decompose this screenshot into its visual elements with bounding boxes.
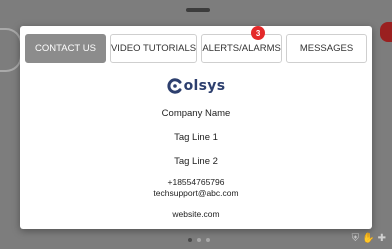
- alerts-count-badge: 3: [251, 26, 266, 40]
- tag-line-1: Tag Line 1: [174, 132, 218, 143]
- tab-label: ALERTS/ALARMS: [202, 43, 281, 54]
- shield-icon: ⛨: [351, 233, 360, 244]
- hand-icon: ✋: [362, 233, 375, 244]
- tab-label: CONTACT US: [35, 43, 96, 54]
- tab-bar: CONTACT US VIDEO TUTORIALS ALERTS/ALARMS…: [25, 26, 367, 63]
- phone-number[interactable]: +18554765796: [20, 177, 372, 187]
- company-name: Company Name: [161, 108, 231, 119]
- tab-label: MESSAGES: [299, 43, 354, 54]
- page-dot: [206, 238, 210, 242]
- background-panel-edge: [0, 28, 22, 72]
- page-dot: [188, 238, 192, 242]
- company-logo: olsys: [20, 77, 372, 95]
- tab-alerts-alarms[interactable]: ALERTS/ALARMS 3: [201, 26, 283, 63]
- background-badge-edge: [380, 22, 392, 42]
- tag-line-2: Tag Line 2: [174, 156, 218, 167]
- status-icons: ⛨ ✋ ✚: [352, 233, 386, 244]
- logo-text: olsys: [183, 78, 226, 94]
- tab-messages[interactable]: MESSAGES: [286, 34, 367, 63]
- plus-icon: ✚: [377, 233, 386, 244]
- drag-handle[interactable]: [186, 8, 210, 12]
- colsys-c-logo-icon: [167, 78, 183, 94]
- page-dot: [197, 238, 201, 242]
- website-link[interactable]: website.com: [20, 209, 372, 219]
- tab-video-tutorials[interactable]: VIDEO TUTORIALS: [109, 34, 198, 63]
- page-indicator: [188, 238, 210, 242]
- tab-contact-us[interactable]: CONTACT US: [25, 34, 106, 63]
- contact-modal: CONTACT US VIDEO TUTORIALS ALERTS/ALARMS…: [20, 26, 372, 229]
- tab-label: VIDEO TUTORIALS: [110, 43, 197, 54]
- email-link[interactable]: techsupport@abc.com: [20, 188, 372, 198]
